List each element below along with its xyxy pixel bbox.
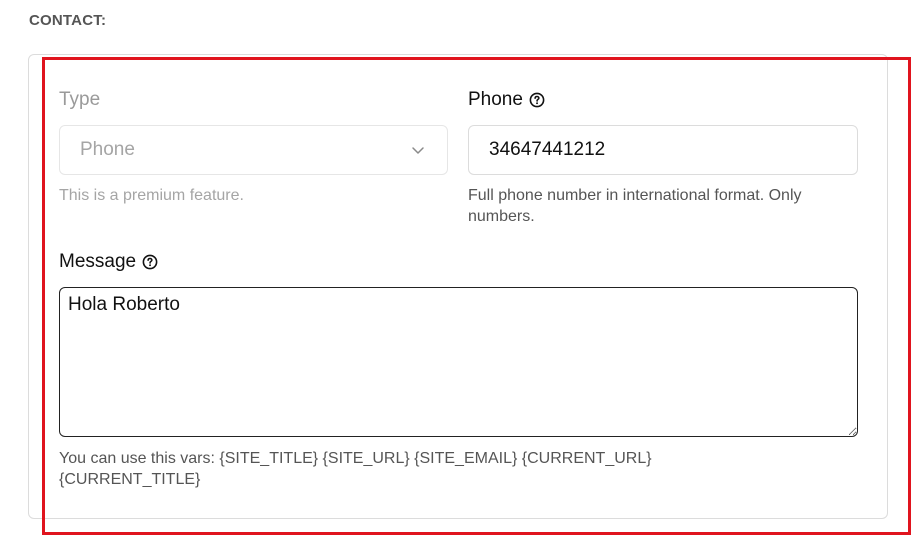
type-hint: This is a premium feature. [59,187,244,204]
type-select[interactable]: Phone [59,125,448,175]
question-circle-icon[interactable] [142,254,158,270]
phone-hint: Full phone number in international forma… [468,187,802,225]
chevron-down-icon [412,147,424,154]
section-title: CONTACT: [29,12,107,29]
contact-settings-page: CONTACT: Type Phone This is a premium fe… [0,0,913,538]
phone-label: Phone [468,89,545,111]
type-select-value: Phone [80,139,135,160]
type-label-text: Type [59,89,101,110]
message-label-text: Message [59,251,137,272]
message-textarea[interactable]: Hola Roberto [59,287,858,437]
phone-input[interactable] [468,125,858,175]
message-hint: You can use this vars: {SITE_TITLE} {SIT… [59,450,652,488]
type-label: Type [59,89,100,111]
message-label: Message [59,251,158,273]
phone-label-text: Phone [468,89,523,110]
question-circle-icon[interactable] [529,92,545,108]
